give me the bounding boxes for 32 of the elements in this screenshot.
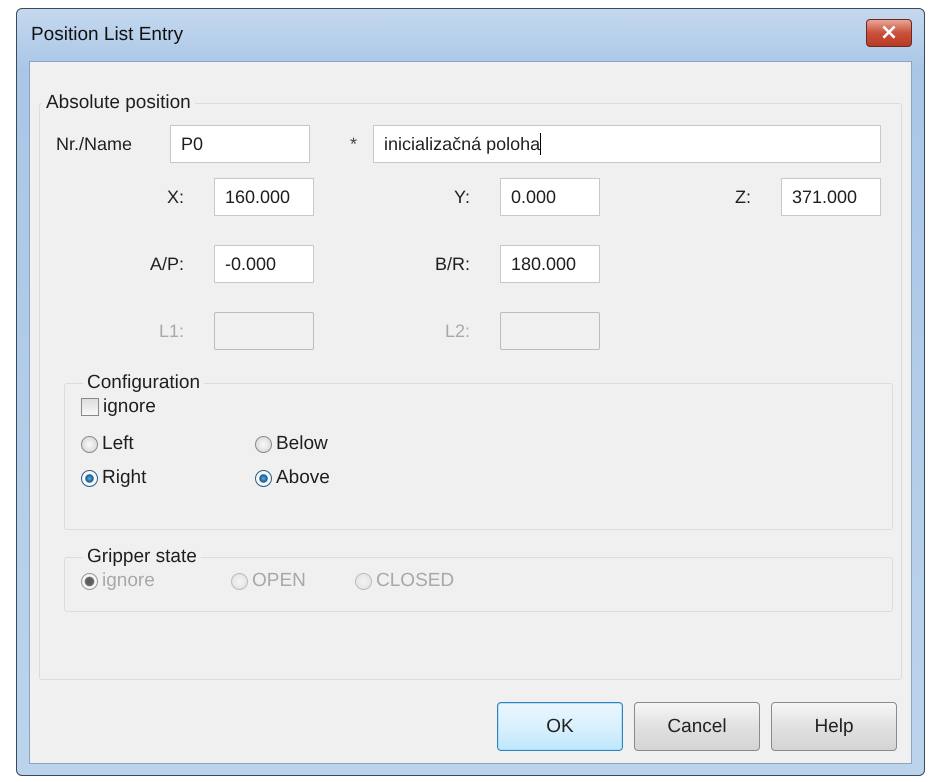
group-title: Gripper state (86, 546, 198, 568)
coordinate-field[interactable]: -0.000 (214, 245, 314, 283)
coordinate-field[interactable]: 180.000 (500, 245, 600, 283)
description-field[interactable]: inicializačná poloha (373, 125, 882, 163)
field-label: X: (166, 186, 184, 208)
field-label: Y: (452, 186, 470, 208)
field-label: L2: (444, 320, 470, 342)
option-label: OPEN (252, 570, 306, 592)
dialog-button[interactable]: Cancel (634, 702, 760, 751)
field-label: B/R: (434, 254, 470, 274)
field-label: L1: (158, 320, 184, 342)
name-field[interactable]: P0 (170, 125, 310, 163)
coordinate-field[interactable]: 160.000 (214, 178, 314, 216)
dialog-button[interactable]: OK (497, 702, 623, 751)
group-title: Configuration (86, 372, 202, 394)
coordinate-field[interactable]: 0.000 (500, 178, 600, 216)
dialog-button[interactable]: Help (771, 702, 897, 751)
field-label: A/P: (148, 254, 184, 274)
field-label: Nr./Name (56, 134, 134, 154)
radio-option[interactable]: Above (255, 467, 429, 489)
group-title: Absolute position (45, 92, 192, 114)
field-label: Z: (734, 186, 751, 208)
coordinate-field[interactable]: 371.000 (781, 178, 881, 216)
option-label: CLOSED (376, 570, 454, 592)
radio-option[interactable]: Below (255, 433, 429, 455)
ignore-checkbox[interactable]: ignore (81, 396, 156, 418)
radio-option[interactable]: Left (81, 433, 255, 455)
window-title: Position List Entry (30, 24, 184, 46)
option-label: ignore (102, 570, 155, 592)
close-button[interactable]: × (866, 19, 912, 47)
radio-option[interactable]: Right (81, 467, 255, 489)
required-mark: * (350, 134, 358, 154)
